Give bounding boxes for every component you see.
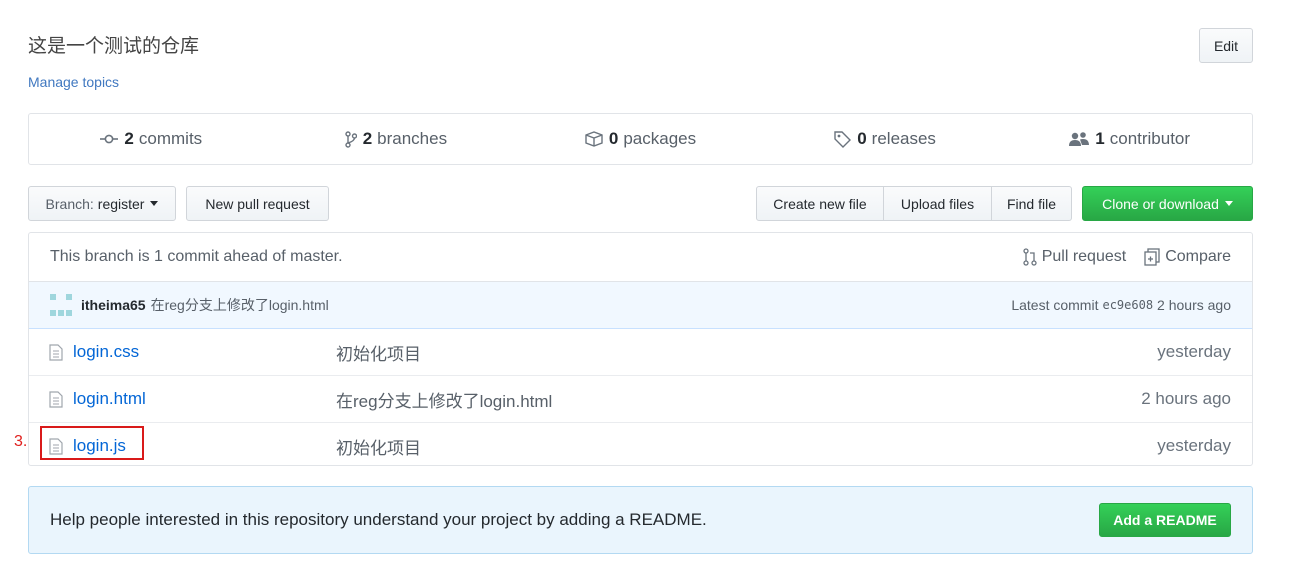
commits-count-link[interactable]: 2 commits <box>29 129 274 149</box>
file-commit-message-link[interactable]: 初始化项目 <box>336 434 1157 459</box>
packages-label: packages <box>623 129 697 148</box>
packages-count-link[interactable]: 0 packages <box>518 129 763 149</box>
new-pull-request-button[interactable]: New pull request <box>186 186 329 221</box>
branches-count-link[interactable]: 2 branches <box>274 129 519 149</box>
branch-prefix: Branch: <box>45 195 94 212</box>
file-commit-message-link[interactable]: 初始化项目 <box>336 340 1157 365</box>
releases-label: releases <box>871 129 936 148</box>
compare-link[interactable]: Compare <box>1144 248 1231 266</box>
compare-label: Compare <box>1165 248 1231 265</box>
commits-count: 2 <box>124 129 134 148</box>
upload-files-button[interactable]: Upload files <box>884 186 992 221</box>
releases-count-link[interactable]: 0 releases <box>763 129 1008 149</box>
people-icon <box>1069 132 1090 146</box>
file-age: yesterday <box>1157 342 1231 361</box>
commit-icon <box>100 134 119 144</box>
readme-prompt-text: Help people interested in this repositor… <box>50 510 707 529</box>
file-name-link[interactable]: login.html <box>73 389 336 409</box>
file-icon <box>49 390 65 408</box>
compare-icon <box>1144 248 1160 266</box>
ahead-text: This branch is 1 commit ahead of master. <box>50 248 343 265</box>
file-age: 2 hours ago <box>1141 389 1231 408</box>
branch-ahead-bar: This branch is 1 commit ahead of master.… <box>29 233 1252 282</box>
numbers-summary: 2 commits 2 branches 0 packages 0 releas… <box>28 113 1253 165</box>
file-actions-group: Create new file Upload files Find file <box>756 186 1072 221</box>
releases-count: 0 <box>857 129 867 148</box>
branch-icon <box>344 130 357 148</box>
commit-message-link[interactable]: 在reg分支上修改了login.html <box>151 295 329 315</box>
file-name-link[interactable]: login.css <box>73 342 336 362</box>
packages-count: 0 <box>608 129 619 148</box>
branches-count: 2 <box>362 129 373 148</box>
latest-commit-label: Latest commit <box>1011 297 1099 313</box>
readme-prompt: Help people interested in this repositor… <box>28 486 1253 554</box>
pull-request-label: Pull request <box>1041 248 1127 265</box>
clone-label: Clone or download <box>1102 195 1219 212</box>
edit-button[interactable]: Edit <box>1199 28 1253 63</box>
commits-label: commits <box>138 129 203 148</box>
avatar[interactable] <box>50 294 72 316</box>
file-age: yesterday <box>1157 436 1231 455</box>
branches-label: branches <box>377 129 448 148</box>
file-icon <box>49 343 65 361</box>
contributors-label: contributor <box>1109 129 1191 148</box>
clone-or-download-button[interactable]: Clone or download <box>1082 186 1253 221</box>
annotation-label: 3. <box>14 433 28 450</box>
branch-name: register <box>97 195 145 212</box>
file-browser: This branch is 1 commit ahead of master.… <box>28 232 1253 466</box>
pull-request-icon <box>1023 248 1037 266</box>
caret-down-icon <box>1224 201 1233 206</box>
file-row: login.js 初始化项目 yesterday <box>29 422 1252 465</box>
contributors-count-link[interactable]: 1 contributor <box>1007 129 1252 149</box>
file-commit-message-link[interactable]: 在reg分支上修改了login.html <box>336 387 1141 412</box>
file-row: login.css 初始化项目 yesterday <box>29 329 1252 375</box>
add-readme-button[interactable]: Add a README <box>1099 503 1231 537</box>
tag-icon <box>834 130 852 148</box>
contributors-count: 1 <box>1095 129 1105 148</box>
commit-age: 2 hours ago <box>1157 297 1231 313</box>
commit-author-link[interactable]: itheima65 <box>81 297 146 313</box>
latest-commit-bar: itheima65 在reg分支上修改了login.html Latest co… <box>29 282 1252 329</box>
caret-down-icon <box>150 201 159 206</box>
file-row: login.html 在reg分支上修改了login.html 2 hours … <box>29 375 1252 422</box>
pull-request-link[interactable]: Pull request <box>1023 248 1127 266</box>
annotation-highlight-box <box>40 426 144 460</box>
package-icon <box>585 131 603 147</box>
commit-sha-link[interactable]: ec9e608 <box>1102 298 1153 312</box>
find-file-button[interactable]: Find file <box>992 186 1072 221</box>
manage-topics-link[interactable]: Manage topics <box>28 74 119 90</box>
create-new-file-button[interactable]: Create new file <box>756 186 884 221</box>
repo-description: 这是一个测试的仓库 <box>28 36 200 57</box>
branch-select-button[interactable]: Branch: register <box>28 186 176 221</box>
